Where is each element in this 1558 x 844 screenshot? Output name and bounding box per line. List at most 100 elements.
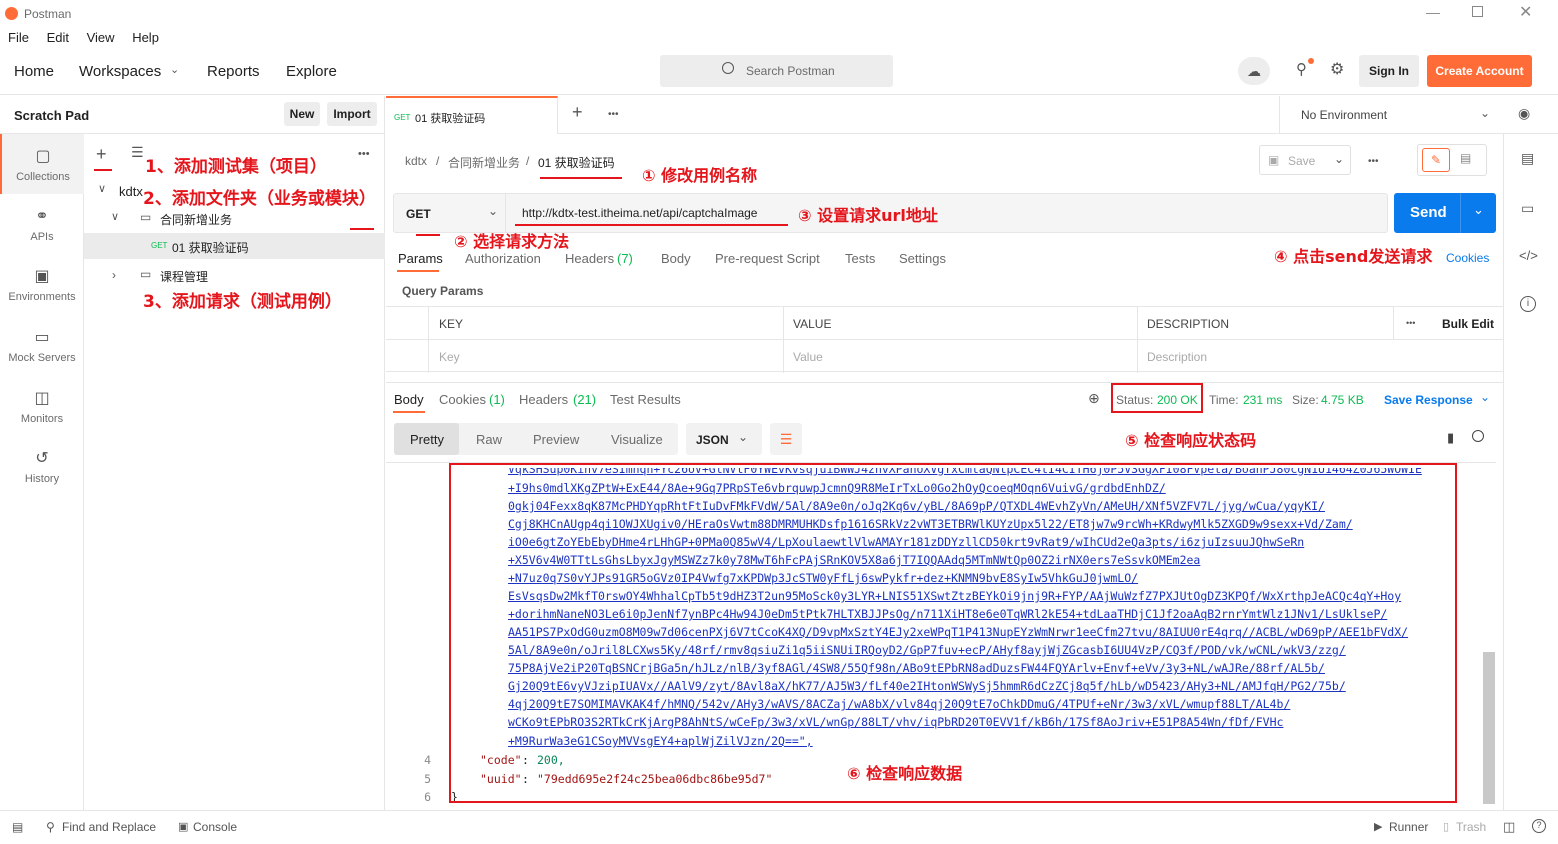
sidebar-item-history[interactable]: ↺ History — [0, 448, 84, 485]
search-icon[interactable] — [1472, 430, 1484, 442]
console-button[interactable]: Console — [193, 820, 237, 834]
view-pretty-button[interactable]: Pretty — [394, 423, 459, 455]
view-preview-button[interactable]: Preview — [533, 432, 579, 447]
more-options-icon[interactable]: ••• — [358, 148, 370, 160]
sign-in-button[interactable]: Sign In — [1359, 55, 1419, 87]
format-select[interactable]: JSON ⌄ — [686, 423, 762, 455]
chevron-down-icon[interactable]: ∨ — [111, 210, 119, 223]
breadcrumb-separator: / — [526, 154, 530, 168]
more-options-icon[interactable]: ••• — [1406, 318, 1415, 328]
new-tab-icon[interactable]: + — [572, 102, 583, 123]
annotation-underline — [416, 234, 440, 236]
help-icon[interactable]: ? — [1532, 819, 1546, 833]
eye-icon[interactable]: ◉ — [1518, 105, 1530, 122]
menu-help[interactable]: Help — [132, 30, 159, 45]
breadcrumb-folder[interactable]: 合同新增业务 — [448, 154, 520, 171]
view-visualize-button[interactable]: Visualize — [611, 432, 663, 447]
response-time: 231 ms — [1243, 393, 1283, 407]
save-label: Save — [1288, 154, 1316, 168]
tab-settings[interactable]: Settings — [899, 251, 946, 266]
find-replace-button[interactable]: Find and Replace — [62, 820, 156, 834]
wrap-lines-icon[interactable]: ☰ — [770, 423, 802, 455]
save-button[interactable]: ▣ Save ⌄ — [1259, 145, 1351, 175]
more-options-icon[interactable]: ••• — [1368, 156, 1379, 167]
annotation-status: ⑤ 检查响应状态码 — [1125, 431, 1257, 450]
key-input[interactable]: Key — [439, 350, 460, 364]
chevron-down-icon[interactable]: ∨ — [98, 182, 106, 195]
create-account-button[interactable]: Create Account — [1427, 55, 1532, 87]
tab-pre-request-script[interactable]: Pre-request Script — [715, 251, 820, 266]
response-tab-tests[interactable]: Test Results — [610, 392, 681, 407]
response-tab-cookies[interactable]: Cookies — [439, 392, 486, 407]
sidebar-item-apis[interactable]: ⚭ APIs — [0, 206, 84, 243]
chevron-right-icon[interactable]: › — [112, 268, 116, 282]
tab-tests[interactable]: Tests — [845, 251, 875, 266]
environment-selector[interactable]: No Environment ⌄ — [1279, 96, 1502, 134]
folder-icon: ▭ — [140, 267, 152, 281]
settings-gear-icon[interactable]: ⚙ — [1330, 59, 1344, 79]
view-raw-button[interactable]: Raw — [476, 432, 502, 447]
save-response-button[interactable]: Save Response — [1384, 393, 1473, 407]
breadcrumb-request[interactable]: 01 获取验证码 — [538, 154, 615, 171]
info-icon[interactable]: i — [1520, 296, 1536, 312]
nav-workspaces[interactable]: Workspaces — [79, 63, 161, 80]
nav-home[interactable]: Home — [14, 63, 54, 80]
import-button[interactable]: Import — [327, 102, 377, 126]
cloud-offline-icon[interactable]: ☁ — [1238, 57, 1270, 85]
menu-file[interactable]: File — [8, 30, 29, 45]
collection-kdtx[interactable]: kdtx — [119, 184, 143, 199]
runner-button[interactable]: Runner — [1389, 820, 1428, 834]
request-tab-active[interactable]: GET 01 获取验证码 — [386, 96, 558, 134]
new-button[interactable]: New — [284, 102, 320, 126]
menu-edit[interactable]: Edit — [47, 30, 69, 45]
trash-button[interactable]: Trash — [1456, 820, 1486, 834]
col-value: VALUE — [793, 317, 832, 331]
copy-icon[interactable]: ▮ — [1447, 430, 1454, 446]
cookies-link[interactable]: Cookies — [1446, 251, 1489, 265]
layout-icon[interactable]: ◫ — [1503, 819, 1515, 835]
folder-contract-business[interactable]: 合同新增业务 — [160, 211, 232, 228]
sidebar-item-collections[interactable]: ▢ Collections — [0, 134, 84, 194]
tab-params[interactable]: Params — [398, 251, 443, 266]
sidebar-item-monitors[interactable]: ◫ Monitors — [0, 388, 84, 425]
value-input[interactable]: Value — [793, 350, 823, 364]
comment-icon[interactable]: ▤ — [1460, 151, 1471, 165]
sidebar-item-mock-servers[interactable]: ▭ Mock Servers — [0, 327, 84, 364]
tab-authorization[interactable]: Authorization — [465, 251, 541, 266]
breadcrumb-collection[interactable]: kdtx — [405, 154, 427, 168]
search-bar[interactable]: Search Postman — [660, 55, 893, 87]
bulk-edit-button[interactable]: Bulk Edit — [1442, 317, 1494, 331]
url-input[interactable]: http://kdtx-test.itheima.net/api/captcha… — [522, 206, 757, 220]
tab-headers[interactable]: Headers — [565, 251, 614, 266]
editor-scrollbar[interactable] — [1483, 652, 1495, 804]
nav-explore[interactable]: Explore — [286, 63, 337, 80]
description-input[interactable]: Description — [1147, 350, 1207, 364]
restore-icon[interactable] — [1472, 6, 1483, 17]
edit-mode-toggle[interactable]: ✎ ▤ — [1417, 144, 1487, 176]
globe-icon[interactable]: ⊕ — [1088, 390, 1100, 407]
sidebar-toggle-icon[interactable]: ▤ — [12, 820, 23, 834]
documentation-icon[interactable]: ▤ — [1521, 150, 1534, 167]
chevron-down-icon[interactable]: ⌄ — [1480, 390, 1490, 404]
folder-course-management[interactable]: 课程管理 — [160, 268, 208, 285]
method-select[interactable]: GET ⌄ — [394, 194, 506, 232]
sidebar-item-environments[interactable]: ▣ Environments — [0, 266, 84, 303]
pencil-icon[interactable]: ✎ — [1422, 148, 1450, 172]
more-tabs-icon[interactable]: ••• — [608, 109, 619, 120]
chevron-down-icon[interactable]: ⌄ — [170, 63, 179, 76]
code-icon[interactable]: </> — [1519, 248, 1538, 263]
query-params-title: Query Params — [402, 284, 484, 298]
send-button[interactable]: Send ⌄ — [1394, 193, 1496, 233]
add-collection-icon[interactable]: + — [96, 144, 107, 165]
satellite-icon[interactable]: ⚲ — [1296, 60, 1307, 78]
tab-body[interactable]: Body — [661, 251, 691, 266]
close-icon[interactable]: ✕ — [1519, 2, 1532, 22]
nav-reports[interactable]: Reports — [207, 63, 260, 80]
comments-icon[interactable]: ▭ — [1521, 200, 1534, 217]
response-tab-headers[interactable]: Headers — [519, 392, 568, 407]
minimize-icon[interactable]: — — [1426, 4, 1440, 20]
menu-view[interactable]: View — [87, 30, 115, 45]
response-tab-body[interactable]: Body — [394, 392, 424, 407]
tree-request-selected[interactable]: GET 01 获取验证码 — [84, 233, 385, 259]
filter-icon[interactable]: ☰ — [131, 144, 144, 161]
